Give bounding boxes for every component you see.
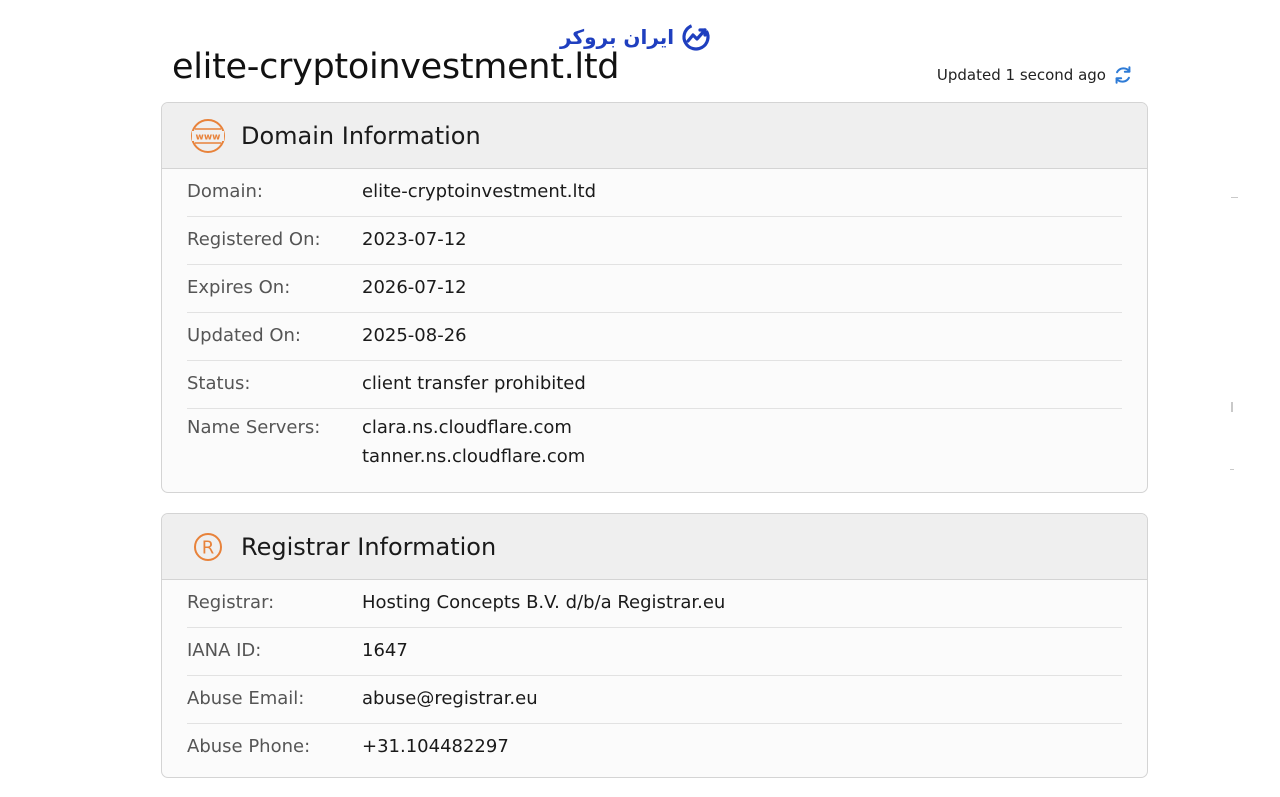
value-status: client transfer prohibited (362, 373, 586, 394)
label-abuse-phone: Abuse Phone: (187, 736, 311, 757)
label-abuse-email: Abuse Email: (187, 688, 305, 709)
row-domain: Domain: elite-cryptoinvestment.ltd (187, 169, 1122, 217)
registrar-information-rows: Registrar: Hosting Concepts B.V. d/b/a R… (162, 580, 1147, 772)
label-iana-id: IANA ID: (187, 640, 262, 661)
label-registrar: Registrar: (187, 592, 275, 613)
name-server-2: tanner.ns.cloudflare.com (362, 446, 586, 467)
value-updated-on: 2025-08-26 (362, 325, 467, 346)
svg-text:R: R (202, 537, 215, 558)
edge-mark-bottom (1230, 469, 1234, 470)
value-registrar: Hosting Concepts B.V. d/b/a Registrar.eu (362, 592, 726, 613)
label-domain: Domain: (187, 181, 263, 202)
updated-status: Updated 1 second ago (937, 64, 1134, 86)
whois-page: ایران بروکر elite-cryptoinvestment.ltd U… (0, 0, 1280, 797)
registrar-information-title: Registrar Information (241, 532, 497, 561)
label-status: Status: (187, 373, 251, 394)
row-updated-on: Updated On: 2025-08-26 (187, 313, 1122, 361)
domain-information-rows: Domain: elite-cryptoinvestment.ltd Regis… (162, 169, 1147, 489)
registrar-information-card: R Registrar Information Registrar: Hosti… (161, 513, 1148, 778)
value-name-servers: clara.ns.cloudflare.com tanner.ns.cloudf… (362, 413, 585, 471)
row-registrar: Registrar: Hosting Concepts B.V. d/b/a R… (187, 580, 1122, 628)
row-abuse-phone: Abuse Phone: +31.104482297 (187, 724, 1122, 772)
page-title: elite-cryptoinvestment.ltd (172, 47, 620, 86)
chart-up-icon (682, 23, 710, 51)
value-abuse-email[interactable]: abuse@registrar.eu (362, 688, 538, 709)
row-iana-id: IANA ID: 1647 (187, 628, 1122, 676)
domain-information-title: Domain Information (241, 121, 481, 150)
value-registered-on: 2023-07-12 (362, 229, 467, 250)
value-abuse-phone[interactable]: +31.104482297 (362, 736, 509, 757)
name-server-1: clara.ns.cloudflare.com (362, 417, 572, 438)
registrar-information-header: R Registrar Information (162, 514, 1147, 580)
row-registered-on: Registered On: 2023-07-12 (187, 217, 1122, 265)
svg-text:www: www (196, 132, 221, 142)
row-expires-on: Expires On: 2026-07-12 (187, 265, 1122, 313)
registered-icon: R (194, 532, 222, 561)
domain-information-header: www Domain Information (162, 103, 1147, 169)
label-name-servers: Name Servers: (187, 417, 321, 438)
value-domain: elite-cryptoinvestment.ltd (362, 181, 596, 202)
value-expires-on: 2026-07-12 (362, 277, 467, 298)
row-status: Status: client transfer prohibited (187, 361, 1122, 409)
row-name-servers: Name Servers: clara.ns.cloudflare.com ta… (187, 409, 1122, 489)
edge-mark-top (1231, 197, 1238, 198)
label-registered-on: Registered On: (187, 229, 321, 250)
top-cut-off-text (170, 0, 300, 2)
value-iana-id: 1647 (362, 640, 408, 661)
edge-mark-middle (1231, 402, 1233, 412)
domain-information-card: www Domain Information Domain: elite-cry… (161, 102, 1148, 493)
row-abuse-email: Abuse Email: abuse@registrar.eu (187, 676, 1122, 724)
label-expires-on: Expires On: (187, 277, 291, 298)
www-icon: www (191, 118, 225, 153)
refresh-icon[interactable] (1112, 64, 1134, 86)
label-updated-on: Updated On: (187, 325, 301, 346)
updated-text: Updated 1 second ago (936, 66, 1106, 84)
